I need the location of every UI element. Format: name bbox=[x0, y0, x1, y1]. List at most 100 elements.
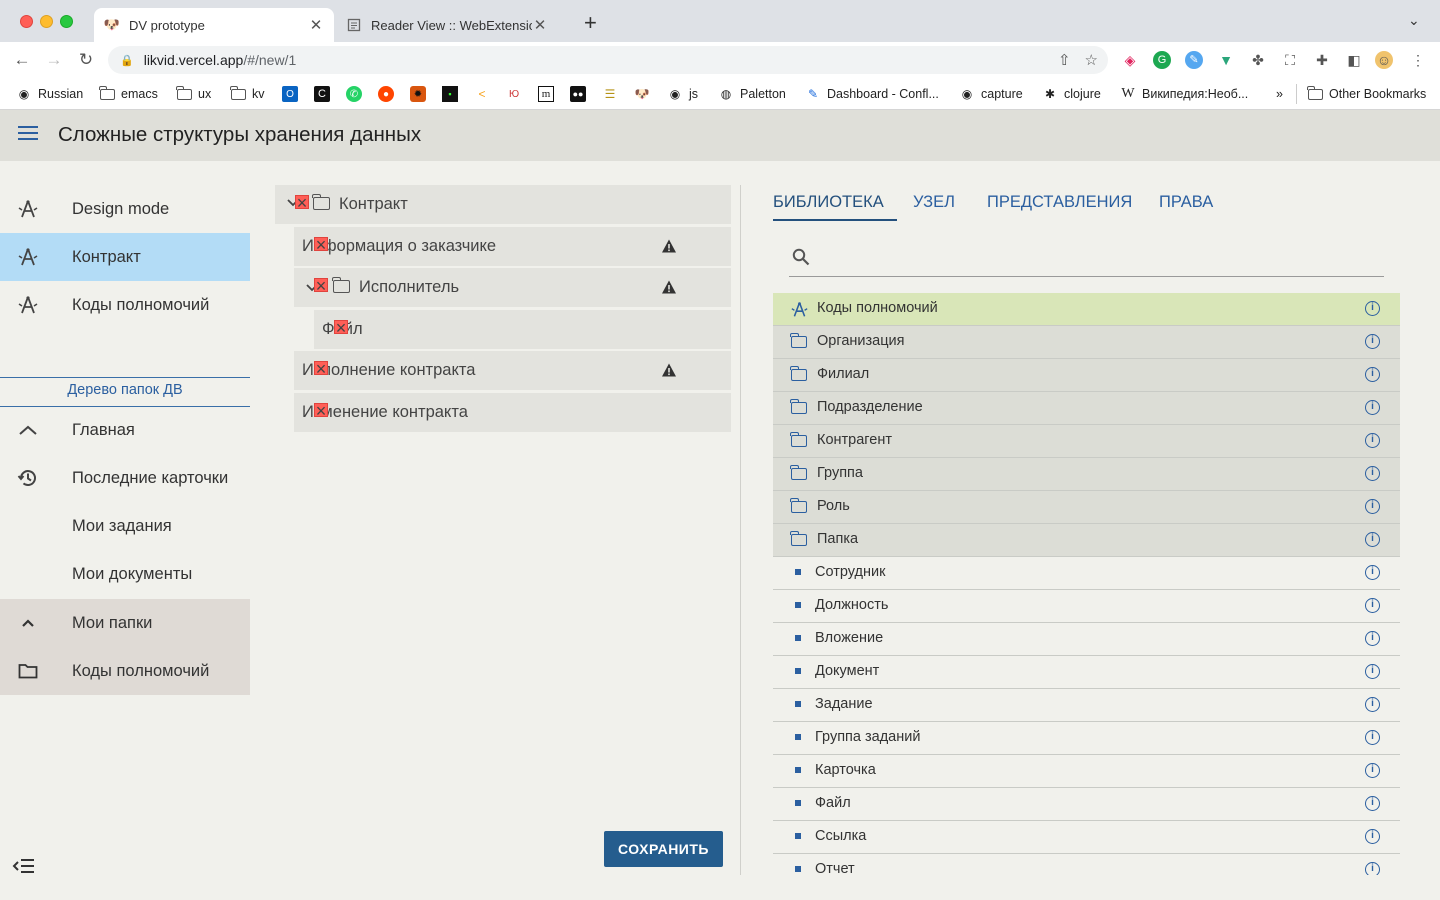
info-icon[interactable]: i bbox=[1365, 433, 1380, 448]
window-minimize-button[interactable] bbox=[40, 15, 53, 28]
list-item[interactable]: Вложение i bbox=[773, 623, 1400, 656]
side-panel-icon[interactable]: ◧ bbox=[1345, 51, 1363, 69]
reload-icon[interactable]: ↻ bbox=[74, 48, 98, 72]
tree-row-executor[interactable]: Исполнитель × bbox=[294, 268, 731, 307]
list-item[interactable]: Документ i bbox=[773, 656, 1400, 689]
list-item[interactable]: Ссылка i bbox=[773, 821, 1400, 854]
sidebar-item-my-documents[interactable]: Мои документы bbox=[0, 550, 250, 598]
sidebar-item-folder-authority-codes[interactable]: Коды полномочий bbox=[0, 647, 250, 695]
window-close-button[interactable] bbox=[20, 15, 33, 28]
vue-devtools-icon[interactable]: ▼ bbox=[1217, 51, 1235, 69]
info-icon[interactable]: i bbox=[1365, 598, 1380, 613]
info-icon[interactable]: i bbox=[1365, 565, 1380, 580]
bookmark-orange[interactable]: ✹ bbox=[410, 84, 426, 104]
list-item[interactable]: Задание i bbox=[773, 689, 1400, 722]
info-icon[interactable]: i bbox=[1365, 466, 1380, 481]
list-item[interactable]: Филиал i bbox=[773, 359, 1400, 392]
info-icon[interactable]: i bbox=[1365, 499, 1380, 514]
sidebar-item-authority-codes[interactable]: Коды полномочий bbox=[0, 281, 250, 329]
browser-tab[interactable]: Reader View :: WebExtension.C ✕ bbox=[336, 8, 558, 42]
list-item[interactable]: Группа i bbox=[773, 458, 1400, 491]
list-item[interactable]: Отчет i bbox=[773, 854, 1400, 875]
back-arrow-icon[interactable]: ← bbox=[10, 48, 34, 72]
bookmark-star-icon[interactable]: ☆ bbox=[1085, 51, 1098, 69]
list-item[interactable]: Файл i bbox=[773, 788, 1400, 821]
browser-tab-active[interactable]: 🐶 DV prototype ✕ bbox=[94, 8, 334, 42]
sidebar-item-home[interactable]: Главная bbox=[0, 406, 250, 454]
bookmark-outlook[interactable]: O bbox=[282, 84, 298, 104]
tree-row[interactable]: Файл × bbox=[314, 310, 731, 349]
bookmark-folder-kv[interactable]: kv bbox=[230, 84, 265, 104]
tab-search-chevron-icon[interactable]: ⌄ bbox=[1408, 12, 1420, 29]
info-icon[interactable]: i bbox=[1365, 763, 1380, 778]
bookmark-dashboard[interactable]: ✎ Dashboard - Confl... bbox=[805, 84, 939, 104]
tree-row[interactable]: Исполнение контракта × bbox=[294, 351, 731, 390]
sidebar-item-my-tasks[interactable]: Мои задания bbox=[0, 502, 250, 550]
bookmark-clojure[interactable]: ✱ clojure bbox=[1042, 84, 1101, 104]
kebab-menu-icon[interactable]: ⋮ bbox=[1409, 51, 1427, 69]
close-icon[interactable]: × bbox=[314, 402, 328, 420]
bookmark-paletton[interactable]: ◍ Paletton bbox=[718, 84, 786, 104]
list-item[interactable]: Должность i bbox=[773, 590, 1400, 623]
list-item[interactable]: Подразделение i bbox=[773, 392, 1400, 425]
tab-rights[interactable]: ПРАВА bbox=[1159, 185, 1213, 221]
bookmarks-overflow-button[interactable]: » bbox=[1276, 84, 1283, 104]
tree-row[interactable]: Изменение контракта × bbox=[294, 393, 731, 432]
bookmark-other[interactable]: Other Bookmarks bbox=[1296, 84, 1426, 104]
profile-avatar[interactable]: ☺ bbox=[1375, 51, 1393, 69]
bookmark-medium[interactable]: ●● bbox=[570, 84, 586, 104]
bookmark-yu[interactable]: Ю bbox=[506, 84, 522, 104]
info-icon[interactable]: i bbox=[1365, 697, 1380, 712]
bookmark-js[interactable]: ◉ js bbox=[667, 84, 698, 104]
bookmark-whatsapp[interactable]: ✆ bbox=[346, 84, 362, 104]
list-item[interactable]: Группа заданий i bbox=[773, 722, 1400, 755]
bookmark-dog[interactable]: 🐶 bbox=[634, 84, 650, 104]
address-bar[interactable]: 🔒 likvid.vercel.app/#/new/1 ⇧ ☆ bbox=[108, 46, 1108, 74]
info-icon[interactable]: i bbox=[1365, 532, 1380, 547]
hamburger-menu-icon[interactable] bbox=[18, 126, 38, 144]
bookmark-russian[interactable]: ◉ Russian bbox=[16, 84, 83, 104]
info-icon[interactable]: i bbox=[1365, 829, 1380, 844]
list-item[interactable]: Коды полномочий i bbox=[773, 293, 1400, 326]
sidebar-item-design-mode[interactable]: Design mode bbox=[0, 185, 250, 233]
info-icon[interactable]: i bbox=[1365, 367, 1380, 382]
pocket-icon[interactable]: ◈ bbox=[1121, 51, 1139, 69]
bookmark-terminal[interactable]: ▪ bbox=[442, 84, 458, 104]
bookmark-folder-emacs[interactable]: emacs bbox=[99, 84, 158, 104]
bookmark-m[interactable]: m bbox=[538, 84, 554, 104]
list-item[interactable]: Папка i bbox=[773, 524, 1400, 557]
info-icon[interactable]: i bbox=[1365, 664, 1380, 679]
bookmark-c[interactable]: C bbox=[314, 84, 330, 104]
tab-close-icon[interactable]: ✕ bbox=[532, 16, 548, 34]
tab-close-icon[interactable]: ✕ bbox=[308, 16, 324, 34]
info-icon[interactable]: i bbox=[1365, 400, 1380, 415]
tree-row-root[interactable]: Контракт × bbox=[275, 185, 731, 224]
tab-node[interactable]: УЗЕЛ bbox=[913, 185, 955, 221]
collapse-sidebar-icon[interactable] bbox=[12, 858, 36, 876]
sidebar-item-contract[interactable]: Контракт bbox=[0, 233, 250, 281]
forward-arrow-icon[interactable]: → bbox=[42, 48, 66, 72]
extensions-puzzle-icon[interactable]: ✚ bbox=[1313, 51, 1331, 69]
info-icon[interactable]: i bbox=[1365, 730, 1380, 745]
save-button[interactable]: СОХРАНИТЬ bbox=[604, 831, 723, 867]
extension-blue-icon[interactable]: ✎ bbox=[1185, 51, 1203, 69]
extension-bird-icon[interactable]: ✤ bbox=[1249, 51, 1267, 69]
info-icon[interactable]: i bbox=[1365, 334, 1380, 349]
list-item[interactable]: Организация i bbox=[773, 326, 1400, 359]
bookmark-reddit[interactable]: ● bbox=[378, 84, 394, 104]
list-item[interactable]: Сотрудник i bbox=[773, 557, 1400, 590]
search-input[interactable] bbox=[821, 244, 1371, 272]
info-icon[interactable]: i bbox=[1365, 631, 1380, 646]
sidebar-item-my-folders[interactable]: Мои папки bbox=[0, 599, 250, 647]
close-icon[interactable]: × bbox=[295, 194, 309, 212]
bookmark-capture[interactable]: ◉ capture bbox=[959, 84, 1023, 104]
info-icon[interactable]: i bbox=[1365, 862, 1380, 875]
panel-splitter[interactable] bbox=[740, 185, 741, 875]
new-tab-plus-icon[interactable]: + bbox=[584, 12, 597, 34]
tab-library[interactable]: БИБЛИОТЕКА bbox=[773, 185, 897, 221]
list-item[interactable]: Контрагент i bbox=[773, 425, 1400, 458]
close-icon[interactable]: × bbox=[334, 319, 348, 337]
bookmark-stripes[interactable]: ☰ bbox=[602, 84, 618, 104]
grammarly-icon[interactable]: G bbox=[1153, 51, 1171, 69]
info-icon[interactable]: i bbox=[1365, 796, 1380, 811]
